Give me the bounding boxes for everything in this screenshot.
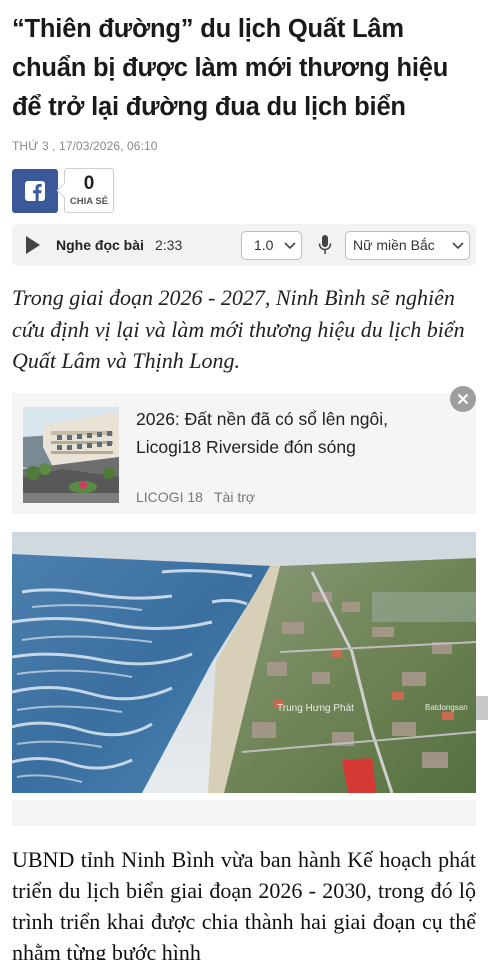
ad-title: 2026: Đất nền đã có sổ lên ngôi, Licogi1…: [136, 409, 388, 457]
share-count: 0: [83, 173, 95, 194]
facebook-share-button[interactable]: [12, 169, 58, 213]
audio-player: Nghe đọc bài 2:33 1.0 Nữ miền Bắc: [12, 224, 476, 266]
facebook-icon: [25, 181, 45, 201]
chevron-down-icon: [452, 242, 464, 250]
share-count-box: 0 CHIA SẺ: [64, 168, 114, 213]
close-ad-button[interactable]: [450, 386, 476, 412]
playback-speed-select[interactable]: 1.0: [241, 231, 302, 260]
voice-select[interactable]: Nữ miền Bắc: [345, 231, 470, 260]
close-icon: [457, 393, 469, 405]
publish-date: THỨ 3 , 17/03/2026, 06:10: [12, 139, 158, 153]
side-tab-handle[interactable]: [476, 696, 488, 720]
playback-speed-value: 1.0: [254, 237, 274, 253]
photo-credit: Trung Hưng Phát: [277, 703, 354, 714]
article-body: UBND tỉnh Ninh Bình vừa ban hành Kế hoạc…: [12, 847, 476, 960]
ad-thumbnail: [23, 407, 119, 503]
hero-image: [12, 532, 476, 793]
ad-sponsor-label: Tài trợ: [214, 489, 256, 505]
article-title: “Thiên đường” du lịch Quất Lâm chuẩn bị …: [12, 15, 449, 121]
ad-brand: LICOGI 18: [136, 489, 203, 505]
voice-value: Nữ miền Bắc: [353, 237, 435, 253]
image-caption: [12, 800, 476, 826]
audio-duration: 2:33: [155, 237, 183, 253]
play-icon[interactable]: [24, 235, 42, 255]
microphone-icon: [318, 235, 332, 254]
article-sapo: Trong giai đoạn 2026 - 2027, Ninh Bình s…: [12, 285, 465, 373]
share-label: CHIA SẺ: [69, 196, 109, 207]
share-row: 0 CHIA SẺ: [12, 168, 122, 213]
chevron-down-icon: [284, 242, 296, 250]
image-watermark: Batdongsan: [425, 703, 468, 712]
audio-label: Nghe đọc bài: [56, 237, 144, 253]
sponsored-ad-card[interactable]: 2026: Đất nền đã có sổ lên ngôi, Licogi1…: [12, 393, 476, 514]
